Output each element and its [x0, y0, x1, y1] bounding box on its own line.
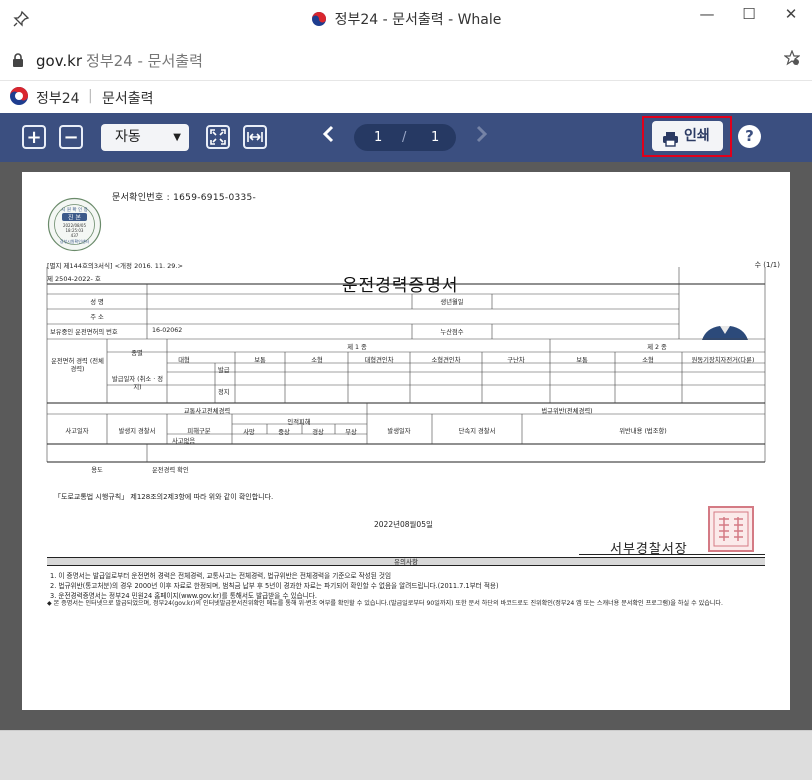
print-button-label: 인쇄 — [684, 128, 710, 144]
label-name: 성 명 — [90, 299, 104, 306]
printer-icon — [662, 128, 679, 158]
fit-width-button[interactable] — [243, 125, 267, 149]
label-issued: 발급 — [218, 367, 230, 374]
minimize-button[interactable]: — — [686, 0, 728, 28]
label-police-station: 발생지 경찰서 — [118, 428, 156, 435]
label-purpose: 용도 — [91, 467, 103, 474]
label-minor: 경상 — [312, 429, 324, 436]
site-page-title: 문서출력 — [102, 91, 154, 107]
label-violation-content: 위반내용 (법조항) — [619, 428, 667, 435]
header-separator: | — [88, 88, 93, 104]
note-item: 2. 법규위반(통고처분)의 경우 2000년 이후 자료로 한정되며, 범칙금… — [50, 582, 499, 590]
label-license-number: 보유중인 운전면허의 번호 — [50, 329, 118, 336]
zoom-select[interactable]: 자동 ▼ — [101, 124, 189, 151]
class1-col: 대형견인차 — [364, 357, 394, 364]
lock-icon[interactable] — [12, 52, 24, 71]
official-stamp-icon — [708, 506, 754, 552]
label-address: 주 소 — [90, 314, 104, 321]
issue-date: 2022년08월05일 — [374, 520, 433, 529]
page-indicator: 1 / 1 — [354, 124, 456, 151]
label-enforcement-station: 단속지 경찰서 — [458, 428, 496, 435]
fit-page-icon — [210, 129, 226, 145]
close-button[interactable]: ✕ — [770, 0, 812, 28]
gov24-logo-icon[interactable] — [9, 86, 29, 110]
class1-header: 제 1 종 — [347, 344, 367, 351]
label-suspended: 정지 — [218, 389, 230, 396]
window-title-bar: 정부24 - 문서출력 - Whale — ☐ ✕ — [0, 0, 812, 38]
url-page-title: 정부24 - 문서출력 — [86, 52, 203, 70]
class2-header: 제 2 종 — [647, 344, 667, 351]
label-casualties: 인적피해 — [287, 419, 311, 426]
violation-header: 법규위반(전체경력) — [541, 408, 593, 415]
site-brand[interactable]: 정부24 — [36, 88, 80, 108]
class1-col: 소형견인차 — [431, 357, 461, 364]
url-text[interactable]: gov.kr 정부24 - 문서출력 — [36, 50, 203, 71]
zoom-in-button[interactable]: + — [22, 125, 46, 149]
label-injury: 부상 — [345, 429, 357, 436]
class2-col: 소형 — [642, 357, 654, 364]
zoom-select-value: 자동 — [115, 129, 141, 145]
label-victim: 피해구분 — [187, 428, 211, 435]
legal-statement: 「도로교통법 시행규칙」 제128조의2제3항에 따라 위와 같이 확인합니다. — [54, 493, 274, 501]
label-issue-date: 발급일자 (취소 · 정지) — [111, 376, 163, 391]
label-violation-date: 발생일자 — [387, 428, 411, 435]
chevron-right-icon — [476, 125, 488, 143]
label-cumulative-points: 누산점수 — [440, 329, 464, 336]
help-button[interactable]: ? — [738, 125, 761, 148]
viewer-bottom-area — [0, 730, 812, 780]
class1-col: 보통 — [254, 357, 266, 364]
site-header: 정부24 | 문서출력 — [0, 80, 812, 112]
chevron-down-icon: ▼ — [173, 132, 181, 143]
license-number-value: 16-02062 — [152, 327, 183, 334]
label-birth: 생년월일 — [440, 299, 464, 306]
page-separator: / — [402, 130, 407, 145]
note-item: 1. 이 증명서는 발급일로부터 운전면허 경력은 전체경력, 교통사고는 전체… — [50, 572, 392, 580]
class2-col: 보통 — [576, 357, 588, 364]
label-serious: 중상 — [278, 429, 290, 436]
url-domain: gov.kr — [36, 52, 83, 70]
address-bar[interactable]: gov.kr 정부24 - 문서출력 — [0, 44, 812, 76]
no-accident-text: 사고없음 — [172, 438, 196, 445]
window-controls: — ☐ ✕ — [686, 0, 812, 30]
notes-title: 유의사항 — [47, 557, 765, 566]
maximize-button[interactable]: ☐ — [728, 0, 770, 28]
fit-page-button[interactable] — [206, 125, 230, 149]
window-title-text: 정부24 - 문서출력 - Whale — [334, 12, 502, 28]
prev-page-button[interactable] — [322, 124, 334, 149]
class1-col: 대형 — [178, 357, 190, 364]
note-item: ◆ 본 증명서는 인터넷으로 발급되었으며, 정부24(gov.kr)의 인터넷… — [47, 600, 723, 607]
traffic-accident-header: 교통사고전체경력 — [183, 408, 231, 415]
class2-col: 원동기장치자전거(다륜) — [691, 357, 755, 364]
label-accident-date: 사고일자 — [65, 428, 89, 435]
chevron-left-icon — [322, 125, 334, 143]
purpose-value: 운전경력 확인 — [152, 467, 189, 474]
class1-col: 소형 — [311, 357, 323, 364]
extension-icon[interactable] — [783, 49, 801, 70]
fit-width-icon — [247, 132, 263, 142]
print-button[interactable]: 인쇄 — [652, 121, 723, 151]
next-page-button[interactable] — [476, 124, 488, 149]
certificate-document: 시 원 확 인 용 진 본 2022/08/05 18:25:03 437 경부… — [22, 172, 790, 710]
label-kind: 종별 — [131, 350, 143, 357]
taegeuk-logo-icon — [311, 11, 327, 31]
page-current-input[interactable]: 1 — [374, 124, 382, 151]
class1-col: 구난차 — [507, 357, 525, 364]
zoom-out-button[interactable]: − — [59, 125, 83, 149]
label-license-history: 운전면허 경력 (전체경력) — [51, 358, 104, 373]
label-death: 사망 — [243, 429, 255, 436]
signature-line — [579, 554, 765, 555]
note-item: 3. 운전경력증명서는 정부24 민원24 홈페이지(www.gov.kr)를 … — [50, 592, 317, 600]
page-total: 1 — [431, 130, 440, 145]
